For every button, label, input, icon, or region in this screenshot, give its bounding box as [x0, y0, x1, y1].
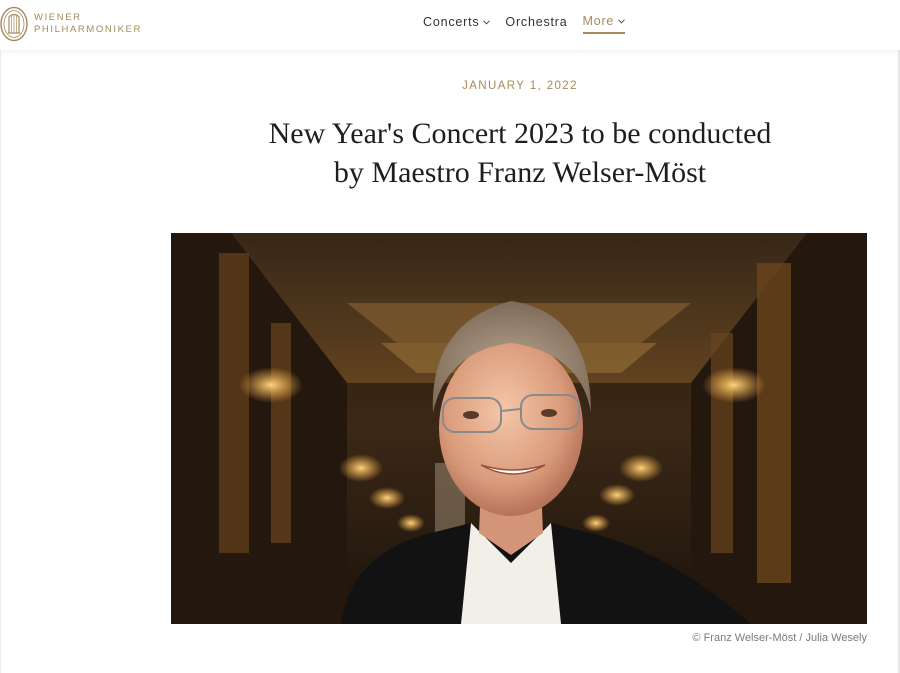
article-date: JANUARY 1, 2022: [462, 80, 578, 92]
nav-item-label: More: [582, 14, 615, 28]
harp-crest-icon: [0, 6, 28, 42]
brand-line-1: WIENER: [34, 12, 82, 23]
nav-item-concerts[interactable]: Concerts: [423, 15, 491, 33]
brand-wordmark: WIENER PHILHARMONIKER: [34, 12, 142, 36]
brand-line-2: PHILHARMONIKER: [34, 24, 142, 35]
site-logo[interactable]: WIENER PHILHARMONIKER: [0, 5, 142, 43]
nav-item-label: Concerts: [423, 15, 480, 29]
nav-item-label: Orchestra: [505, 15, 568, 29]
article-title-line-2: by Maestro Franz Welser-Möst: [333, 156, 707, 189]
conductor-portrait-photo: [171, 233, 867, 624]
page: WIENER PHILHARMONIKER Concerts Orchestra…: [0, 0, 900, 673]
hero-image: [171, 233, 867, 624]
nav-item-more[interactable]: More: [582, 14, 626, 34]
main-nav: Concerts Orchestra More: [423, 14, 626, 34]
nav-item-orchestra[interactable]: Orchestra: [505, 15, 567, 33]
chevron-down-icon: [483, 19, 491, 25]
article-title-line-1: New Year's Concert 2023 to be conducted: [268, 117, 772, 150]
site-header: WIENER PHILHARMONIKER Concerts Orchestra…: [0, 0, 900, 50]
chevron-down-icon: [618, 18, 626, 24]
article-title: New Year's Concert 2023 to be conducted …: [0, 114, 900, 192]
image-credit: © Franz Welser-Möst / Julia Wesely: [692, 632, 867, 644]
